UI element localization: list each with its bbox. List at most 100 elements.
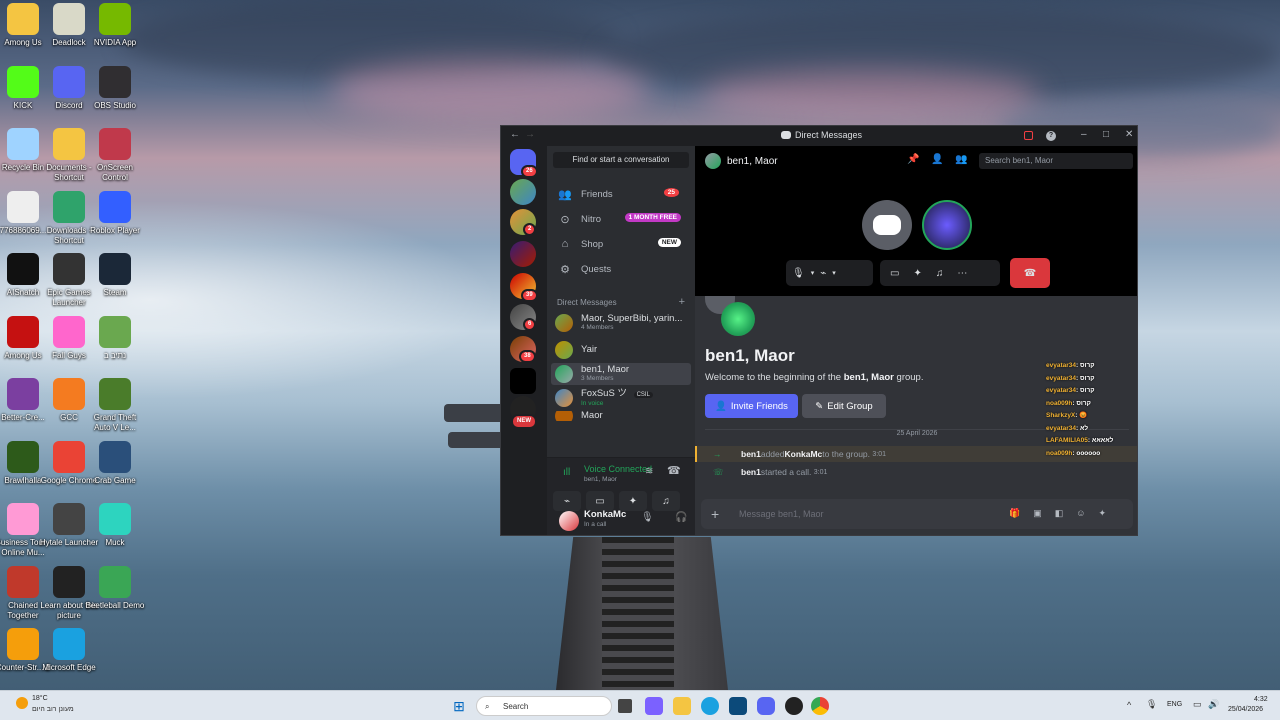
maximize-button[interactable]: □ (1103, 129, 1109, 140)
clock-date[interactable]: 25/04/2026 (1228, 706, 1263, 713)
app-icon (7, 378, 39, 410)
window-title: Direct Messages (781, 130, 862, 140)
dm-item[interactable]: Maor, SuperBibi, yarin... 4 Members (551, 312, 691, 334)
guild-icon[interactable] (510, 179, 536, 205)
teams-icon[interactable] (645, 697, 663, 715)
activities-icon[interactable]: ✦ (913, 268, 921, 279)
desktop-icon-label: Crab Game (94, 475, 136, 485)
dm-item[interactable]: Yair (551, 339, 691, 361)
desktop-icon[interactable]: NVIDIA App (85, 3, 145, 48)
camera-off-button[interactable]: ⌁ (553, 491, 581, 511)
find-conversation-button[interactable]: Find or start a conversation (553, 152, 689, 168)
edit-group-button[interactable]: ✎ Edit Group (802, 394, 886, 418)
desktop-icon[interactable]: נתיב ב (85, 315, 145, 361)
apps-icon[interactable]: ✦ (1098, 508, 1106, 519)
desktop-icon[interactable]: Grand Theft Auto V Le... (85, 378, 145, 433)
end-call-button[interactable]: ☎ (1010, 258, 1050, 288)
emoji-icon[interactable]: ☺ (1076, 508, 1085, 519)
dm-item[interactable]: Maor (551, 411, 691, 421)
nav-friends[interactable]: 👥 Friends 25 (553, 183, 689, 205)
nav-nitro[interactable]: ⊙ Nitro 1 MONTH FREE (553, 208, 689, 230)
nav-quests[interactable]: ⚙ Quests (553, 258, 689, 280)
pin-icon[interactable]: 📌 (907, 154, 919, 165)
app-icon (7, 190, 39, 223)
call-participant-avatar[interactable] (862, 200, 912, 250)
avatar[interactable] (559, 511, 579, 531)
guild-icon[interactable] (510, 368, 536, 394)
add-attachment-icon[interactable]: + (711, 506, 719, 522)
member-list-icon[interactable]: 👥 (955, 154, 967, 165)
sticker-icon[interactable]: ◧ (1055, 508, 1064, 519)
activities-button[interactable]: ✦ (619, 491, 647, 511)
channel-pane: ben1, Maor 📌 👤 👥 Search ben1, Maor 🎙 ▾ ⌁ ▾… (695, 146, 1137, 535)
headphones-icon[interactable]: 🎧 (675, 512, 687, 523)
desktop-icon[interactable]: OnScreen Control (85, 128, 145, 183)
desktop-icon[interactable]: OBS Studio (85, 65, 145, 111)
guild-badge: 38 (519, 350, 536, 363)
camera-off-icon[interactable]: ⌁ (820, 268, 826, 279)
desktop-icon[interactable]: Roblox Player (85, 190, 145, 236)
add-user-icon: 👤 (715, 400, 727, 412)
create-dm-icon[interactable]: + (679, 297, 685, 308)
arrow-right-icon: → (713, 449, 722, 459)
chrome-icon[interactable] (811, 697, 829, 715)
desktop-icon[interactable]: Microsoft Edge (39, 628, 99, 673)
desktop-icon-label: Roblox Player (90, 225, 140, 235)
inbox-icon[interactable] (1024, 131, 1033, 140)
dm-item-selected[interactable]: ben1, Maor 3 Members (551, 363, 691, 385)
clock-time[interactable]: 4:32 (1254, 696, 1268, 703)
desktop-icon-label: NVIDIA App (93, 38, 137, 47)
noise-suppression-icon[interactable]: ≋ (645, 466, 653, 477)
close-button[interactable]: ✕ (1125, 129, 1133, 140)
input-toolbar: 🎁 ▣ ◧ ☺ ✦ (1009, 508, 1106, 519)
search-input[interactable]: Search ben1, Maor (979, 153, 1133, 169)
language-indicator[interactable]: ENG (1167, 701, 1182, 708)
desktop-icon[interactable]: Crab Game (85, 440, 145, 486)
screen-share-button[interactable]: ▭ (586, 491, 614, 511)
microphone-icon[interactable]: 🎙 (641, 512, 654, 523)
call-controls-left: 🎙 ▾ ⌁ ▾ (786, 260, 873, 286)
taskbar-search[interactable]: ⌕ Search (476, 696, 612, 716)
disconnect-icon[interactable]: ☎ (667, 464, 681, 477)
app-icon (7, 503, 39, 535)
start-button[interactable]: ⊞ (450, 697, 468, 715)
guild-icon[interactable] (510, 241, 536, 267)
chevron-down-icon[interactable]: ▾ (832, 269, 836, 277)
edge-icon[interactable] (701, 697, 719, 715)
overlay-chat-line: LAFAMILIA05: לאאאא (1046, 437, 1114, 444)
dm-item[interactable]: FoxSuS ツ CSIL In voice (551, 387, 691, 409)
app-icon (7, 65, 39, 98)
volume-icon[interactable]: 🔊 (1208, 699, 1219, 710)
obs-icon[interactable] (785, 697, 803, 715)
discord-taskbar-icon[interactable] (757, 697, 775, 715)
network-icon[interactable]: ▭ (1193, 699, 1202, 710)
chevron-up-icon[interactable]: ^ (1127, 700, 1131, 710)
file-explorer-icon[interactable] (673, 697, 691, 715)
gift-icon[interactable]: 🎁 (1009, 508, 1020, 519)
microphone-icon[interactable]: 🎙 (1146, 699, 1157, 710)
microphone-icon[interactable]: 🎙 (792, 268, 805, 279)
desktop-icon[interactable]: Beetleball Demo (85, 565, 145, 611)
chevron-down-icon[interactable]: ▾ (811, 269, 815, 277)
welcome-text: Welcome to the beginning of the ben1, Ma… (705, 372, 924, 383)
shop-icon: ⌂ (561, 238, 569, 250)
more-icon[interactable]: ⋯ (957, 268, 967, 279)
add-friends-icon[interactable]: 👤 (931, 154, 943, 165)
desktop-icon[interactable]: Muck (85, 503, 145, 548)
app-icon (53, 128, 85, 160)
forward-arrow-icon[interactable]: → (525, 129, 535, 140)
store-icon[interactable] (729, 697, 747, 715)
back-arrow-icon[interactable]: ← (510, 129, 520, 140)
invite-friends-button[interactable]: 👤 Invite Friends (705, 394, 798, 418)
task-view-icon[interactable] (618, 699, 632, 713)
desktop-icon[interactable]: Steam (85, 253, 145, 298)
minimize-button[interactable]: – (1081, 129, 1087, 140)
gif-icon[interactable]: ▣ (1033, 508, 1042, 519)
dm-header: Direct Messages + (557, 296, 685, 308)
call-participant-avatar[interactable] (922, 200, 972, 250)
soundboard-icon[interactable]: ♫ (936, 268, 944, 279)
help-icon[interactable]: ? (1046, 131, 1056, 141)
screen-share-icon[interactable]: ▭ (890, 268, 899, 279)
nav-shop[interactable]: ⌂ Shop NEW (553, 233, 689, 255)
soundboard-button[interactable]: ♫ (652, 491, 680, 511)
